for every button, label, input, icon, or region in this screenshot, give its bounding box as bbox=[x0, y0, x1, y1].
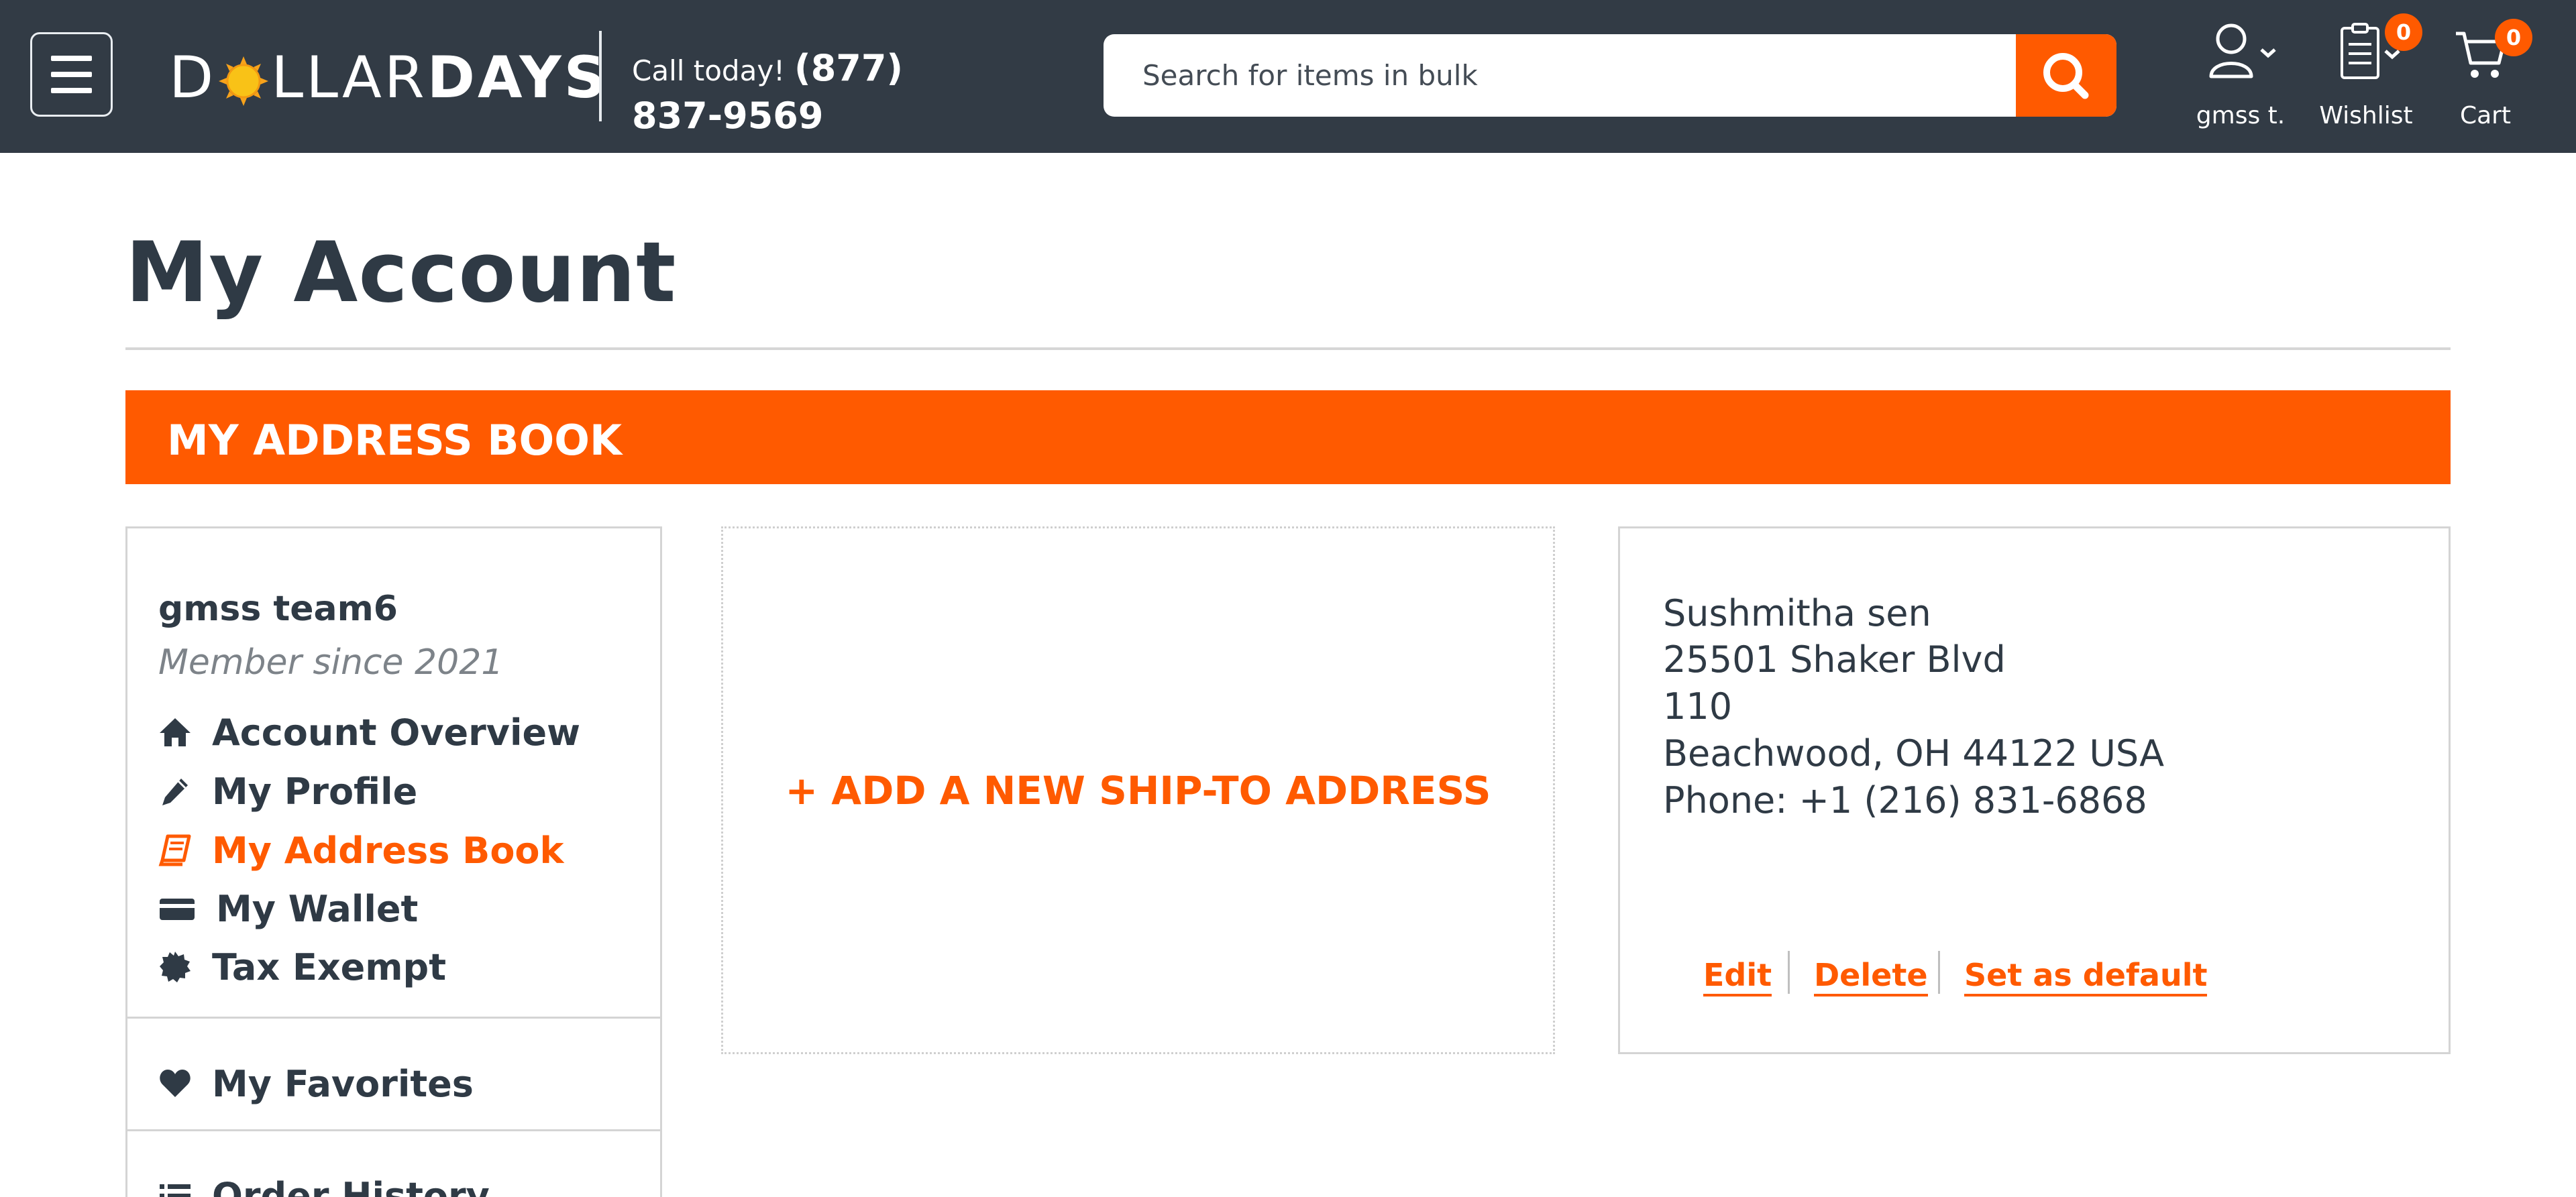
action-divider bbox=[1788, 951, 1790, 994]
section-banner: MY ADDRESS BOOK bbox=[125, 390, 2451, 484]
user-name: gmss team6 bbox=[158, 589, 398, 629]
member-since: Member since 2021 bbox=[158, 642, 504, 683]
sidebar-item-order-history[interactable]: Order History bbox=[158, 1174, 490, 1197]
wishlist-link[interactable]: 0 Wishlist bbox=[2316, 13, 2422, 129]
sidebar-divider bbox=[127, 1017, 660, 1019]
account-label: gmss t. bbox=[2196, 102, 2286, 129]
sidebar-item-label: Account Overview bbox=[212, 711, 580, 754]
credit-card-icon bbox=[158, 892, 196, 925]
cart-count-badge: 0 bbox=[2495, 19, 2532, 56]
sidebar-item-label: My Wallet bbox=[216, 887, 419, 930]
add-address-link[interactable]: + ADD A NEW SHIP-TO ADDRESS bbox=[723, 528, 1553, 1052]
section-title: MY ADDRESS BOOK bbox=[167, 416, 623, 465]
page-title: My Account bbox=[125, 225, 677, 321]
logo-text-days: DAYS bbox=[427, 44, 608, 111]
hamburger-bar bbox=[51, 56, 92, 61]
edit-address-link[interactable]: Edit bbox=[1703, 956, 1772, 996]
delete-address-link[interactable]: Delete bbox=[1814, 956, 1928, 996]
logo-text-d: D bbox=[169, 44, 217, 111]
sidebar-item-my-favorites[interactable]: My Favorites bbox=[158, 1062, 474, 1105]
call-label: Call today! bbox=[632, 54, 786, 87]
sun-icon bbox=[219, 53, 269, 106]
sidebar-item-my-profile[interactable]: My Profile bbox=[158, 770, 417, 813]
account-sidebar: gmss team6 Member since 2021 Account Ove… bbox=[125, 526, 662, 1197]
dollardays-logo[interactable]: D LLAR DAYS bbox=[169, 44, 608, 111]
address-card: Sushmitha sen 25501 Shaker Blvd 110 Beac… bbox=[1618, 526, 2451, 1054]
address-unit: 110 bbox=[1663, 685, 1733, 728]
add-address-card: + ADD A NEW SHIP-TO ADDRESS bbox=[721, 526, 1555, 1054]
phone-number-part1[interactable]: (877) bbox=[794, 47, 903, 89]
address-name: Sushmitha sen bbox=[1663, 592, 1931, 634]
phone-number-part2[interactable]: 837-9569 bbox=[632, 95, 903, 137]
address-phone: Phone: +1 (216) 831-6868 bbox=[1663, 779, 2147, 821]
chevron-down-icon bbox=[2260, 48, 2276, 58]
cart-label: Cart bbox=[2459, 102, 2512, 129]
wishlist-count-badge: 0 bbox=[2385, 13, 2422, 51]
sidebar-item-label: My Profile bbox=[212, 770, 418, 813]
hamburger-bar bbox=[51, 88, 92, 93]
search-button[interactable] bbox=[2016, 34, 2116, 117]
header-divider bbox=[599, 31, 602, 121]
sidebar-item-address-book[interactable]: My Address Book bbox=[158, 829, 564, 872]
menu-button[interactable] bbox=[30, 32, 113, 117]
search-input[interactable] bbox=[1104, 34, 2016, 117]
hamburger-bar bbox=[51, 72, 92, 77]
set-default-address-link[interactable]: Set as default bbox=[1964, 956, 2208, 996]
sidebar-item-label: Order History bbox=[212, 1174, 490, 1197]
heart-icon bbox=[158, 1067, 192, 1100]
sidebar-item-label: Tax Exempt bbox=[212, 946, 447, 988]
title-divider bbox=[125, 347, 2451, 350]
certificate-icon bbox=[158, 950, 192, 984]
site-header: D LLAR DAYS Call today! (877) 837-9569 S… bbox=[0, 0, 2576, 153]
address-actions: Edit Delete Set as default bbox=[1620, 951, 2449, 1005]
pencil-icon bbox=[158, 775, 192, 808]
sidebar-item-account-overview[interactable]: Account Overview bbox=[158, 711, 580, 754]
sidebar-item-tax-exempt[interactable]: Tax Exempt bbox=[158, 946, 446, 988]
cart-link[interactable]: 0 Cart bbox=[2442, 19, 2532, 129]
book-icon bbox=[158, 834, 192, 867]
account-menu[interactable]: gmss t. bbox=[2194, 20, 2288, 129]
user-icon bbox=[2209, 23, 2253, 78]
call-today: Call today! (877) 837-9569 bbox=[632, 47, 903, 137]
sidebar-item-label: My Address Book bbox=[212, 829, 564, 872]
search-bar bbox=[1104, 34, 2116, 117]
sidebar-item-my-wallet[interactable]: My Wallet bbox=[158, 887, 418, 930]
home-icon bbox=[158, 716, 192, 749]
list-icon bbox=[158, 1179, 192, 1197]
action-divider bbox=[1938, 951, 1940, 994]
logo-text-llar: LLAR bbox=[271, 44, 427, 111]
search-icon bbox=[2043, 53, 2089, 99]
wishlist-label: Wishlist bbox=[2319, 102, 2413, 129]
sidebar-item-label: My Favorites bbox=[212, 1062, 474, 1105]
address-city-line: Beachwood, OH 44122 USA bbox=[1663, 732, 2165, 775]
sidebar-divider bbox=[127, 1129, 660, 1131]
address-street: 25501 Shaker Blvd bbox=[1663, 638, 2006, 681]
clipboard-icon bbox=[2341, 23, 2379, 79]
